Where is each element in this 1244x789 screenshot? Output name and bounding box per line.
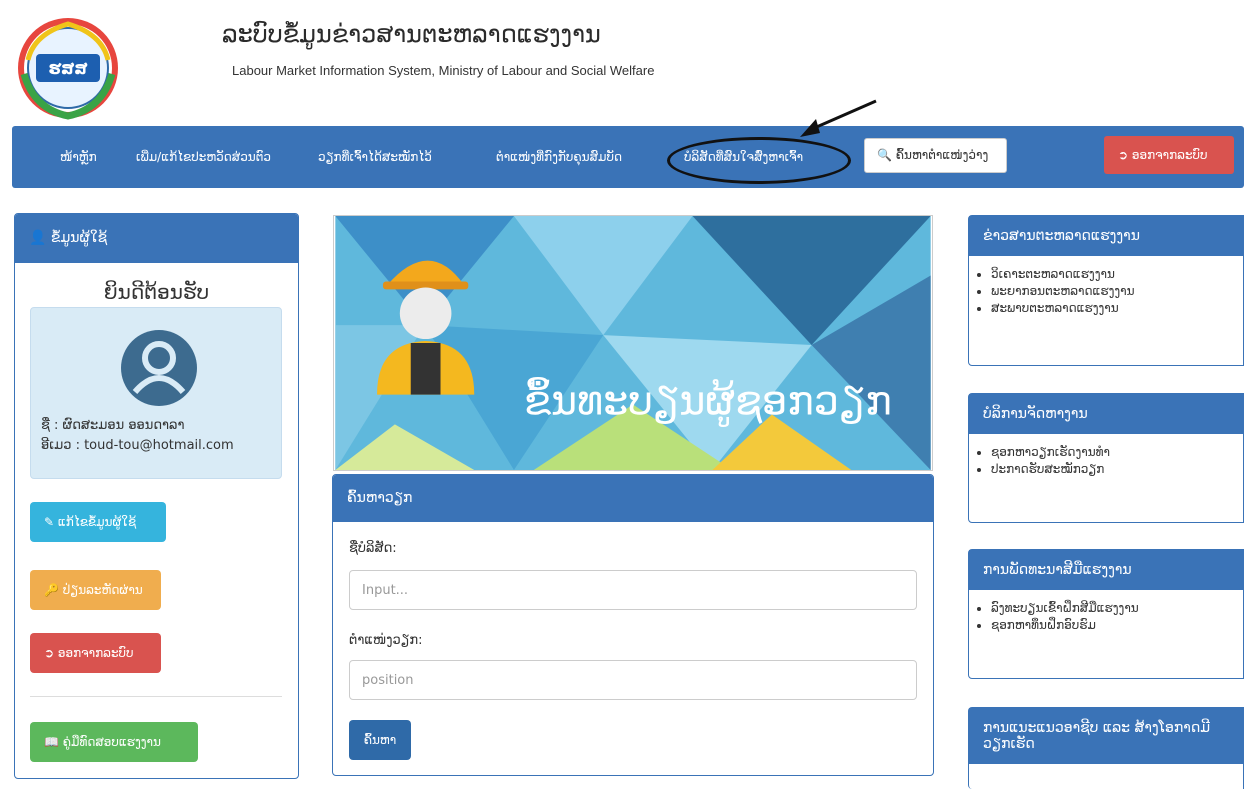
user-icon: 👤 (29, 230, 47, 246)
edit-user-label: ແກ້ໄຂຂໍ້ມູນຜູ້ໃຊ້ (57, 515, 137, 529)
list-item[interactable]: ພະຍາກອນຕະຫລາດແຮງງານ (991, 283, 1243, 300)
job-search-header: ຄົ້ນຫາວຽກ (333, 475, 933, 522)
position-label: ຕໍາແໜ່ງວຽກ: (349, 633, 423, 648)
site-subtitle: Labour Market Information System, Minist… (232, 63, 655, 78)
company-label: ຊື່ບໍລິສັດ: (349, 541, 397, 556)
change-password-label: ປ່ຽນລະຫັດຜ່ານ (62, 583, 143, 597)
user-logout-label: ອອກຈາກລະບົບ (57, 646, 134, 660)
position-input[interactable]: position (349, 660, 917, 700)
nav-matching-positions[interactable]: ຕໍາແໜ່ງທີ່ກົງກັບຄຸນສົມບັດ (496, 126, 622, 188)
book-icon: 📖 (44, 735, 59, 749)
manual-label: ຄູ່ມືທົດສອບແຮງງານ (62, 735, 161, 749)
nav-logout-button[interactable]: ➲ ອອກຈາກລະບົບ (1104, 136, 1234, 174)
user-logout-button[interactable]: ➲ ອອກຈາກລະບົບ (30, 633, 161, 673)
search-icon: 🔍 (877, 148, 892, 162)
list-item[interactable]: ສະພາບຕະຫລາດແຮງງານ (991, 300, 1243, 317)
user-info-box: ຊື່ : ຜົດສະມອນ ອອນດາລາ ອີເມວ : toud-tou@… (30, 307, 282, 479)
site-title: ລະບົບຂໍ້ມູນຂ່າວສານຕະຫລາດແຮງງານ (222, 20, 601, 48)
career-guidance-header: ການແນະແນວອາຊີບ ແລະ ສ້າງໂອກາດມີວຽກເຮັດ (969, 708, 1243, 764)
job-search-panel: ຄົ້ນຫາວຽກ ຊື່ບໍລິສັດ: Input... ຕໍາແໜ່ງວຽ… (332, 474, 934, 776)
list-item[interactable]: ຊອກຫາວຽກເຮັດງານທໍາ (991, 444, 1243, 461)
career-guidance-panel: ການແນະແນວອາຊີບ ແລະ ສ້າງໂອກາດມີວຽກເຮັດ (968, 707, 1244, 789)
logo-text: ຮສສ (49, 59, 89, 78)
skills-development-header: ການພັດທະນາສີມືແຮງງານ (969, 550, 1243, 590)
edit-user-button[interactable]: ✎ ແກ້ໄຂຂໍ້ມູນຜູ້ໃຊ້ (30, 502, 166, 542)
list-item[interactable]: ຊອກຫາທຶນຝຶກອົບຮົມ (991, 617, 1243, 634)
welcome-text: ຍິນດີຕ້ອນຮັບ (103, 280, 210, 304)
search-button[interactable]: ຄົ້ນຫາ (349, 720, 411, 760)
user-panel-header: 👤 ຂໍ້ມູນຜູ້ໃຊ້ (15, 214, 298, 263)
nav-applied-jobs[interactable]: ວຽກທີ່ເຈົ້າໄດ້ສະໝັກໄວ້ (318, 126, 432, 188)
arrow-annotation-icon (800, 99, 877, 137)
nav-search-label: ຄົ້ນຫາຕໍາແໜ່ງວ່າງ (895, 148, 989, 162)
nav-home[interactable]: ໜ້າຫຼັກ (60, 126, 97, 188)
employment-service-panel: ບໍລິການຈັດຫາງານ ຊອກຫາວຽກເຮັດງານທໍາ ປະກາດ… (968, 393, 1244, 523)
logout-icon: ➲ (44, 646, 55, 660)
skills-development-panel: ການພັດທະນາສີມືແຮງງານ ລົງທະບຽນເຂົ້າຝຶກສີມ… (968, 549, 1244, 679)
user-panel: 👤 ຂໍ້ມູນຜູ້ໃຊ້ ຍິນດີຕ້ອນຮັບ ຊື່ : ຜົດສະມ… (14, 213, 299, 779)
nav-edit-profile[interactable]: ເພີ່ມ/ແກ້ໄຂປະຫວັດສ່ວນຕົວ (136, 126, 271, 188)
key-icon: 🔑 (44, 583, 59, 597)
page-header: ຮສສ ລະບົບຂໍ້ມູນຂ່າວສານຕະຫລາດແຮງງານ Labou… (0, 0, 1244, 126)
banner-text: ຂຶ້ນທະບຽນຜູ້ຊອກວຽກ (524, 378, 892, 426)
user-panel-title: ຂໍ້ມູນຜູ້ໃຊ້ (50, 230, 108, 246)
pencil-icon: ✎ (44, 515, 55, 529)
manual-button[interactable]: 📖 ຄູ່ມືທົດສອບແຮງງານ (30, 722, 198, 762)
user-email: ອີເມວ : toud-tou@hotmail.com (41, 438, 234, 453)
list-item[interactable]: ວິເຄາະຕະຫລາດແຮງງານ (991, 266, 1243, 283)
list-item[interactable]: ປະກາດຮັບສະໝັກວຽກ (991, 461, 1243, 478)
nav-logout-label: ອອກຈາກລະບົບ (1131, 148, 1208, 162)
labour-market-news-header: ຂ່າວສານຕະຫລາດແຮງງານ (969, 216, 1243, 256)
change-password-button[interactable]: 🔑 ປ່ຽນລະຫັດຜ່ານ (30, 570, 161, 610)
logout-icon: ➲ (1118, 148, 1129, 162)
ministry-logo: ຮສສ (18, 18, 118, 120)
jobseeker-banner: ຂຶ້ນທະບຽນຜູ້ຊອກວຽກ (333, 215, 933, 471)
avatar-icon (121, 330, 197, 406)
divider (30, 696, 282, 697)
labour-market-news-panel: ຂ່າວສານຕະຫລາດແຮງງານ ວິເຄາະຕະຫລາດແຮງງານ ພ… (968, 215, 1244, 366)
user-name: ຊື່ : ຜົດສະມອນ ອອນດາລາ (41, 418, 185, 433)
list-item[interactable]: ລົງທະບຽນເຂົ້າຝຶກສີມືແຮງງານ (991, 600, 1243, 617)
employment-service-header: ບໍລິການຈັດຫາງານ (969, 394, 1243, 434)
company-input[interactable]: Input... (349, 570, 917, 610)
